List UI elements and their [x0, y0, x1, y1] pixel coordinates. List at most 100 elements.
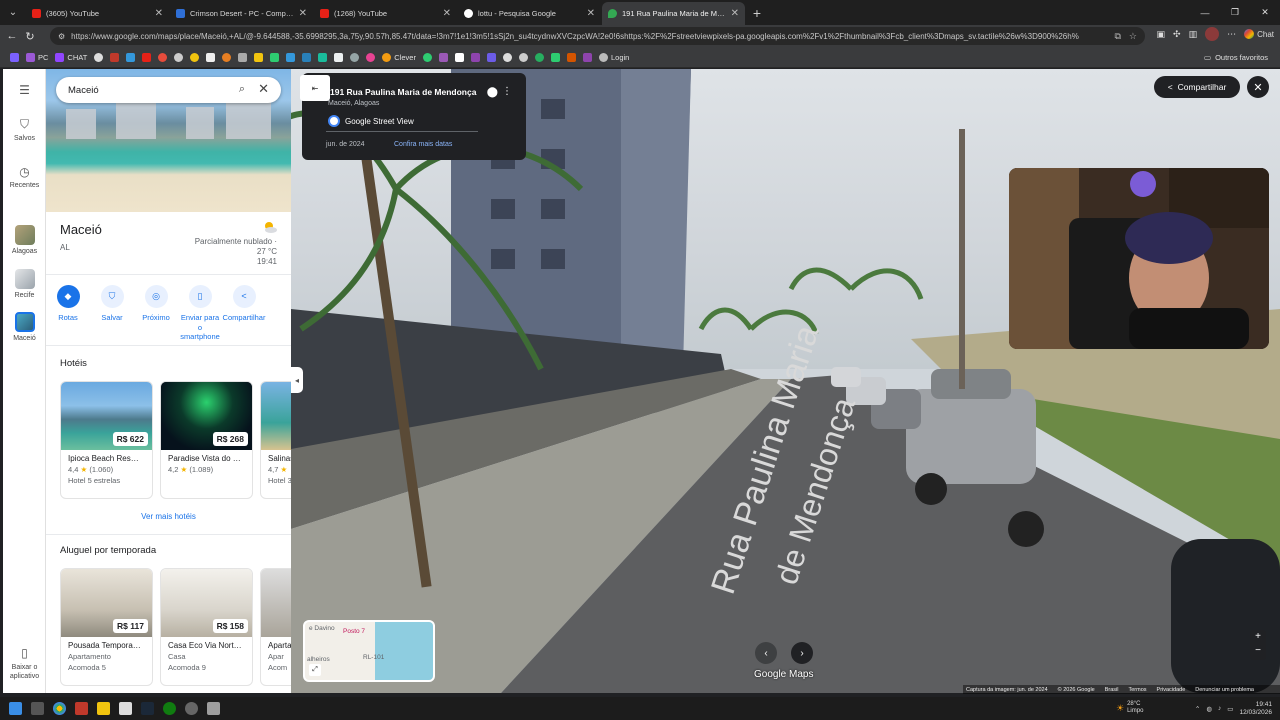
chrome-icon[interactable]	[53, 702, 66, 715]
bookmark-item[interactable]	[550, 52, 560, 62]
bookmark-item[interactable]	[190, 52, 200, 62]
steam-icon[interactable]	[141, 702, 154, 715]
nearby-button[interactable]: ◎ Próximo	[134, 285, 178, 342]
bookmark-item[interactable]	[438, 52, 448, 62]
rail-download-app[interactable]: ▯ Baixar o aplicativo	[3, 646, 46, 681]
bookmark-star-icon[interactable]: ☆	[1129, 31, 1137, 42]
minimap[interactable]: e Davino Posto 7 RL-101 alheiros ⤢	[303, 620, 435, 682]
bookmark-item[interactable]	[222, 52, 232, 62]
bookmark-item[interactable]	[270, 52, 280, 62]
bookmark-item[interactable]	[454, 52, 464, 62]
close-tab-icon[interactable]: ✕	[443, 8, 451, 19]
bookmark-item[interactable]	[470, 52, 480, 62]
close-window-icon[interactable]: ✕	[1250, 0, 1280, 25]
hotel-card[interactable]: R$ 622 Ipioca Beach Res… 4,4 ★ (1.060) H…	[60, 381, 153, 499]
street-view-canvas[interactable]: Rua Paulina Maria de Mendonça	[291, 69, 1280, 693]
new-tab-button[interactable]: +	[746, 2, 768, 25]
chat-button[interactable]: Chat	[1244, 29, 1274, 39]
bookmark-chat[interactable]: CHAT	[55, 52, 87, 62]
address-bar[interactable]: ⚙ https://www.google.com/maps/place/Mace…	[50, 27, 1145, 45]
bookmark-item[interactable]	[422, 52, 432, 62]
maximize-icon[interactable]: ❐	[1220, 0, 1250, 25]
bookmark-item[interactable]	[238, 52, 248, 62]
network-icon[interactable]: ◍	[1206, 705, 1212, 713]
sv-share-button[interactable]: < Compartilhar	[1154, 76, 1240, 98]
tab-search-icon[interactable]: ⌄	[0, 0, 26, 25]
tab-google-search[interactable]: lottu - Pesquisa Google ✕	[458, 2, 601, 25]
app-icon[interactable]	[119, 702, 132, 715]
bookmark-pc[interactable]: PC	[26, 52, 48, 62]
hotel-card[interactable]: Salinas 4,7 ★ Hotel 3	[260, 381, 291, 499]
bookmark-item[interactable]	[286, 52, 296, 62]
tab-youtube-2[interactable]: (1268) YouTube ✕	[314, 2, 457, 25]
other-bookmarks[interactable]: ▭ Outros favoritos	[1204, 47, 1268, 68]
bookmark-login[interactable]: Login	[598, 52, 629, 62]
site-info-icon[interactable]: ⚙	[58, 32, 65, 41]
bookmark-item[interactable]	[502, 52, 512, 62]
rental-card[interactable]: Aparta Apar Acom	[260, 568, 291, 686]
puzzle-icon[interactable]: ✣	[1173, 29, 1181, 40]
close-tab-icon[interactable]: ✕	[299, 8, 307, 19]
bookmark-item[interactable]	[534, 52, 544, 62]
location-pin-icon[interactable]: ⬤	[487, 87, 498, 98]
close-tab-icon[interactable]: ✕	[155, 8, 163, 19]
sv-prev-button[interactable]: ‹	[755, 642, 777, 664]
taskview-icon[interactable]	[31, 702, 44, 715]
file-explorer-icon[interactable]	[97, 702, 110, 715]
bookmark-item[interactable]	[206, 52, 216, 62]
save-button[interactable]: ⛉ Salvar	[90, 285, 134, 342]
terms-link[interactable]: Termos	[1129, 687, 1147, 693]
bookmark-item[interactable]	[158, 52, 168, 62]
send-to-phone-button[interactable]: ▯ Enviar para o smartphone	[178, 285, 222, 342]
search-box[interactable]: Maceió ⌕ ✕	[56, 77, 281, 103]
bookmark-icon-only[interactable]	[10, 52, 19, 62]
bookmark-item[interactable]	[366, 52, 376, 62]
minimize-icon[interactable]: —	[1190, 0, 1220, 25]
bookmark-item[interactable]	[350, 52, 360, 62]
back-icon[interactable]: ←	[3, 30, 21, 42]
search-input[interactable]: Maceió	[68, 85, 99, 96]
more-hotels-link[interactable]: Ver mais hotéis	[46, 512, 291, 521]
bookmark-item[interactable]	[174, 52, 184, 62]
hotel-card[interactable]: R$ 268 Paradise Vista do … 4,2 ★ (1.089)	[160, 381, 253, 499]
bookmark-item[interactable]	[142, 52, 152, 62]
country-link[interactable]: Brasil	[1105, 687, 1119, 693]
bookmark-item[interactable]	[518, 52, 528, 62]
bookmark-item[interactable]	[486, 52, 496, 62]
rail-alagoas[interactable]: Alagoas	[3, 225, 46, 255]
rail-recife[interactable]: Recife	[3, 269, 46, 299]
rail-recent[interactable]: ◷ Recentes	[3, 165, 46, 189]
sv-close-button[interactable]: ✕	[1247, 76, 1269, 98]
zoom-out-button[interactable]: −	[1250, 644, 1266, 658]
rental-card[interactable]: R$ 117 Pousada Tempora… Apartamento Acom…	[60, 568, 153, 686]
extension-icon[interactable]: ▣	[1157, 29, 1166, 40]
bookmark-item[interactable]	[318, 52, 328, 62]
tab-crimson-desert[interactable]: Crimson Desert - PC - Compre na ✕	[170, 2, 313, 25]
bookmark-item[interactable]	[582, 52, 592, 62]
search-icon[interactable]: ⌕	[239, 83, 245, 96]
share-button[interactable]: < Compartilhar	[222, 285, 266, 342]
rental-card[interactable]: R$ 158 Casa Eco Via Nort… Casa Acomoda 9	[160, 568, 253, 686]
bookmark-item[interactable]	[126, 52, 136, 62]
close-tab-icon[interactable]: ✕	[587, 8, 595, 19]
taskbar-weather[interactable]: ☀ 28°C Limpo	[1116, 701, 1143, 715]
privacy-link[interactable]: Privacidade	[1157, 687, 1186, 693]
more-menu-icon[interactable]: ⋯	[1227, 29, 1236, 40]
app-icon[interactable]	[207, 702, 220, 715]
volume-icon[interactable]: ♪	[1218, 705, 1221, 712]
sv-next-button[interactable]: ›	[791, 642, 813, 664]
tab-youtube-1[interactable]: (3605) YouTube ✕	[26, 2, 169, 25]
rail-saved[interactable]: ⛉ Salvos	[3, 117, 46, 142]
app-icon[interactable]	[185, 702, 198, 715]
bookmark-anchor[interactable]	[94, 52, 104, 62]
bookmark-item[interactable]	[566, 52, 576, 62]
clear-search-icon[interactable]: ✕	[258, 81, 269, 97]
zoom-in-button[interactable]: +	[1250, 630, 1266, 644]
menu-button[interactable]: ☰	[3, 83, 46, 100]
reload-icon[interactable]: ↻	[21, 30, 39, 43]
bookmark-item[interactable]	[302, 52, 312, 62]
bookmark-item[interactable]	[334, 52, 344, 62]
tab-google-maps[interactable]: 191 Rua Paulina Maria de Mendonç ✕	[602, 2, 745, 25]
report-problem-link[interactable]: Denunciar um problema	[1195, 687, 1254, 693]
battery-icon[interactable]: ▭	[1227, 705, 1233, 713]
